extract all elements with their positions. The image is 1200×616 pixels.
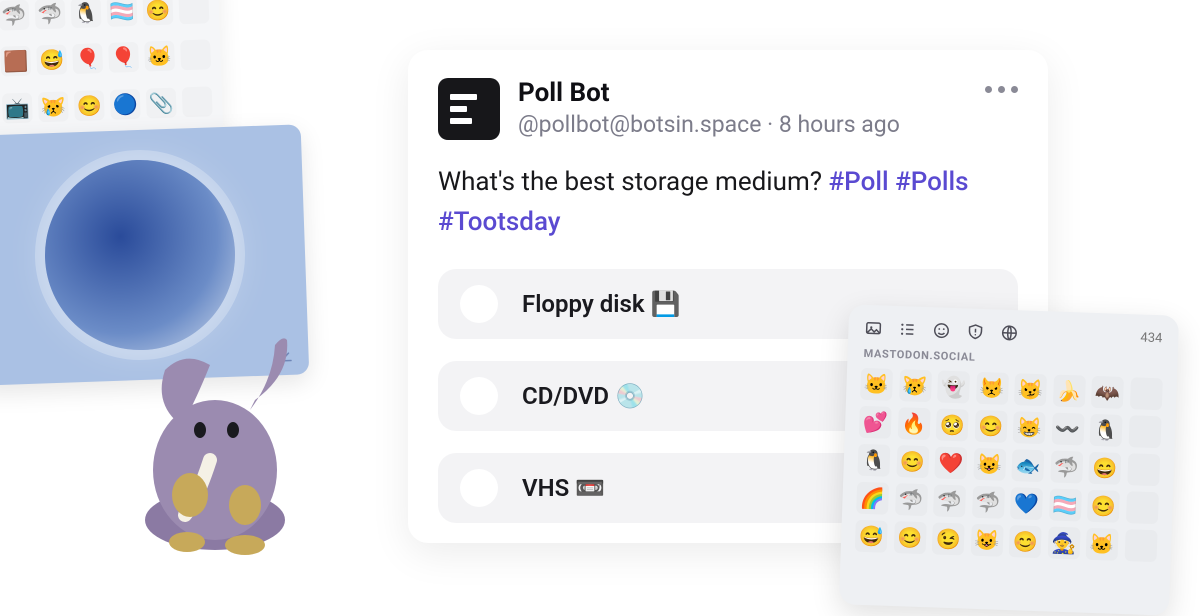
display-name[interactable]: Poll Bot [518,78,967,109]
account-handle[interactable]: @pollbot@botsin.space [518,111,761,138]
shield-icon[interactable] [966,322,985,341]
emoji-count: 434 [1140,330,1162,346]
emoji-grid: 🐱 😿 👻 😾 😼 🍌 🦇 💕 🔥 🥺 😊 😸 〰️ 🐧 🐧 😊 ❤️ 😺 🐟 … [855,368,1163,562]
emoji-cell[interactable]: 🐱 [144,41,175,72]
list-icon[interactable] [898,320,917,339]
emoji-cell[interactable]: 🐧 [857,444,890,477]
emoji-cell[interactable] [178,0,209,24]
emoji-cell[interactable] [1128,415,1161,448]
emoji-cell[interactable]: 😊 [893,521,926,554]
poll-option-label: VHS 📼 [522,474,605,502]
hashtag[interactable]: #Tootsday [438,207,561,237]
radio-icon [460,469,498,507]
radio-icon [460,285,498,323]
emoji-cell[interactable]: 🏳️‍⚧️ [106,0,137,26]
emoji-cell[interactable]: 😊 [896,445,929,478]
post-meta: Poll Bot @pollbot@botsin.space · 8 hours… [518,78,967,138]
emoji-cell[interactable] [1125,491,1158,524]
hashtag[interactable]: #Polls [895,167,969,197]
mastodon-mascot [115,330,315,560]
audio-visualizer [42,157,239,354]
emoji-picker: 434 MASTODON.SOCIAL 🐱 😿 👻 😾 😼 🍌 🦇 💕 🔥 🥺 … [839,304,1179,615]
emoji-cell[interactable]: 🦈 [35,0,66,29]
image-icon[interactable] [864,319,883,338]
poll-option-label: CD/DVD 💿 [522,382,645,410]
separator: · [761,111,778,138]
post-header: Poll Bot @pollbot@botsin.space · 8 hours… [438,78,1018,140]
emoji-cell[interactable]: 💙 [1010,487,1043,520]
emoji-cell[interactable]: 😅 [855,520,888,553]
emoji-cell[interactable]: 😄 [1088,452,1121,485]
emoji-cell[interactable]: 👻 [937,370,970,403]
avatar[interactable] [438,78,500,140]
emoji-cell[interactable]: 💕 [859,406,892,439]
emoji-cell[interactable]: 🧙 [1047,526,1080,559]
emoji-cell[interactable]: 🥺 [936,408,969,441]
smile-icon[interactable] [932,321,951,340]
emoji-cell[interactable]: 🐱 [860,368,893,401]
emoji-cell[interactable]: 😾 [975,372,1008,405]
emoji-cell[interactable]: 🎈 [108,42,139,73]
emoji-cell[interactable] [1124,529,1157,562]
emoji-cell[interactable]: 😿 [38,91,69,122]
emoji-cell[interactable]: 🐧 [1090,414,1123,447]
emoji-cell[interactable]: 🟫 [0,46,31,77]
emoji-cell[interactable] [1127,453,1160,486]
emoji-cell[interactable]: 😼 [1014,373,1047,406]
emoji-cell[interactable]: 🔵 [110,88,141,119]
emoji-cell[interactable]: 😸 [1013,411,1046,444]
emoji-cell[interactable]: 😊 [974,410,1007,443]
emoji-cell[interactable]: 🌈 [856,482,889,515]
radio-icon [460,377,498,415]
emoji-cell[interactable]: 😅 [36,44,67,75]
emoji-cell[interactable]: 😉 [932,522,965,555]
emoji-cell[interactable]: 🐱 [1086,528,1119,561]
emoji-cell[interactable]: 😺 [973,448,1006,481]
emoji-cell[interactable]: 😊 [1087,490,1120,523]
emoji-cell[interactable]: 😊 [142,0,173,25]
emoji-cell[interactable]: 🦈 [1050,450,1083,483]
emoji-cell[interactable]: 🐟 [1011,449,1044,482]
more-menu-button[interactable] [985,78,1018,93]
post-subline: @pollbot@botsin.space · 8 hours ago [518,111,967,138]
emoji-cell[interactable]: 🦈 [971,486,1004,519]
emoji-cell[interactable]: ❤️ [934,446,967,479]
emoji-cell[interactable] [182,86,213,117]
emoji-cell[interactable]: 🦇 [1091,376,1124,409]
emoji-cell[interactable]: 😊 [74,90,105,121]
emoji-cell[interactable]: 😺 [970,524,1003,557]
emoji-cell[interactable]: 🎈 [72,43,103,74]
emoji-cell[interactable]: 🏳️‍⚧️ [1048,488,1081,521]
emoji-cell[interactable]: 🦈 [933,484,966,517]
emoji-cell[interactable]: 🦈 [0,0,30,30]
emoji-cell[interactable]: 📎 [146,87,177,118]
poll-option-label: Floppy disk 💾 [522,290,680,318]
emoji-cell[interactable]: 😿 [898,369,931,402]
hashtag[interactable]: #Poll [828,167,888,197]
emoji-cell[interactable]: 🔥 [897,407,930,440]
post-body: What's the best storage medium? #Poll #P… [438,162,1018,243]
emoji-cell[interactable]: 😊 [1009,525,1042,558]
emoji-tray: 😊 👢 🙂 💬 😄 🦈 🦈 🦈 🐧 🏳️‍⚧️ 😊 🟫 😅 🎈 🎈 🐱 📺 😿 … [0,0,223,144]
emoji-cell[interactable]: 🍌 [1052,375,1085,408]
emoji-cell[interactable]: 🦈 [895,483,928,516]
globe-icon[interactable] [1000,324,1019,343]
emoji-cell[interactable]: 〰️ [1051,412,1084,445]
emoji-cell[interactable]: 📺 [2,92,33,123]
emoji-cell[interactable] [1129,377,1162,410]
emoji-cell[interactable] [180,39,211,70]
timestamp[interactable]: 8 hours ago [779,111,900,138]
emoji-cell[interactable]: 🐧 [71,0,102,28]
post-text: What's the best storage medium? [438,167,828,197]
